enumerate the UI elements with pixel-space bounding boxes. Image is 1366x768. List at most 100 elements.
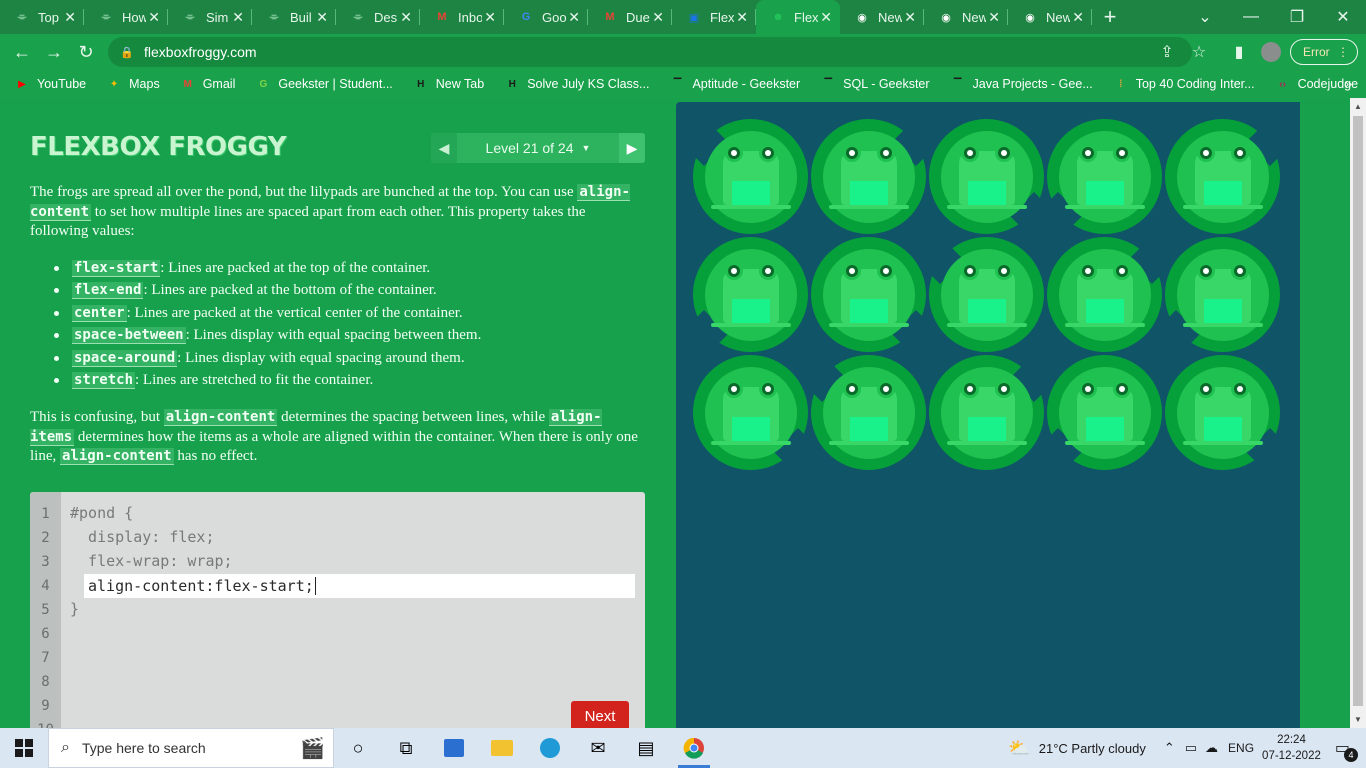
lilypad bbox=[1047, 235, 1177, 352]
task-view-icon[interactable]: ⧉ bbox=[382, 728, 430, 768]
file-explorer-icon[interactable] bbox=[478, 728, 526, 768]
share-icon[interactable]: ⇪ bbox=[1156, 34, 1178, 70]
scroll-down-icon[interactable]: ▼ bbox=[1350, 715, 1366, 724]
weather-icon[interactable]: ⛅ bbox=[1008, 738, 1030, 759]
frog-belly bbox=[1085, 180, 1124, 205]
scroll-up-icon[interactable]: ▲ bbox=[1350, 102, 1366, 111]
frog-pupil bbox=[1236, 267, 1243, 274]
browser-tab[interactable]: ⌯ Des ✕ bbox=[336, 0, 420, 34]
bookmark-item[interactable]: ▔ SQL - Geekster bbox=[820, 76, 929, 92]
page-scrollbar[interactable]: ▲ ▼ bbox=[1350, 98, 1366, 728]
tray-chevron-icon[interactable]: ⌃ bbox=[1164, 740, 1175, 756]
browser-tab[interactable]: ⌯ Buil ✕ bbox=[252, 0, 336, 34]
browser-tab[interactable]: G Goo ✕ bbox=[504, 0, 588, 34]
tab-close-icon[interactable]: ✕ bbox=[316, 9, 328, 26]
chrome-icon[interactable] bbox=[670, 728, 718, 768]
tab-close-icon[interactable]: ✕ bbox=[484, 9, 496, 26]
bookmark-item[interactable]: G Geekster | Student... bbox=[255, 76, 392, 92]
bookmark-item[interactable]: M Gmail bbox=[180, 76, 236, 92]
wifi-icon[interactable]: ☁ bbox=[1205, 740, 1218, 756]
frog-belly bbox=[849, 180, 888, 205]
bookmark-item[interactable]: H New Tab bbox=[413, 76, 484, 92]
code-term: space-between bbox=[72, 327, 186, 345]
geekster-icon: ▔ bbox=[953, 78, 962, 90]
tab-close-icon[interactable]: ✕ bbox=[904, 9, 916, 26]
bookmark-item[interactable]: ▔ Aptitude - Geekster bbox=[669, 76, 801, 92]
forward-icon[interactable]: → bbox=[38, 36, 70, 68]
next-level-icon[interactable]: ▶ bbox=[619, 133, 645, 163]
code-line: flex-wrap: wrap; bbox=[70, 552, 233, 570]
side-panel-icon[interactable]: ▮ bbox=[1228, 34, 1250, 70]
browser-tab[interactable]: ⌯ Sim ✕ bbox=[168, 0, 252, 34]
new-tab-button[interactable]: + bbox=[1092, 0, 1128, 34]
frog-belly bbox=[967, 298, 1006, 323]
minimize-button[interactable]: — bbox=[1228, 0, 1274, 34]
tab-close-icon[interactable]: ✕ bbox=[652, 9, 664, 26]
error-button[interactable]: Error ⋮ bbox=[1290, 39, 1358, 65]
notification-icon[interactable]: ▭ 4 bbox=[1335, 738, 1358, 762]
level-selector[interactable]: Level 21 of 24 ▼ bbox=[457, 133, 619, 163]
tab-search-chevron-icon[interactable]: ⌄ bbox=[1182, 0, 1228, 34]
tab-close-icon[interactable]: ✕ bbox=[232, 9, 244, 26]
browser-tab[interactable]: M Inbo ✕ bbox=[420, 0, 504, 34]
profile-avatar[interactable] bbox=[1260, 34, 1282, 70]
frog-eye bbox=[758, 261, 777, 280]
browser-tab[interactable]: ◉ New ✕ bbox=[840, 0, 924, 34]
restore-button[interactable]: ❐ bbox=[1274, 0, 1320, 34]
network-app-icon[interactable]: ▤ bbox=[622, 728, 670, 768]
bookmark-label: Aptitude - Geekster bbox=[692, 77, 801, 91]
edge-icon[interactable] bbox=[526, 728, 574, 768]
next-button[interactable]: Next bbox=[571, 701, 629, 728]
browser-tab[interactable]: ☻ Flex ✕ bbox=[756, 0, 840, 34]
browser-tab[interactable]: ⌯ Top ✕ bbox=[0, 0, 84, 34]
cortana-icon[interactable]: ○ bbox=[334, 728, 382, 768]
tab-close-icon[interactable]: ✕ bbox=[1072, 9, 1084, 26]
tab-close-icon[interactable]: ✕ bbox=[148, 9, 160, 26]
windows-start-icon[interactable] bbox=[0, 728, 48, 768]
clock[interactable]: 22:24 07-12-2022 bbox=[1262, 732, 1321, 764]
weather-text[interactable]: 21°C Partly cloudy bbox=[1039, 741, 1146, 756]
lilypad bbox=[929, 119, 1059, 241]
note-paragraph: This is confusing, but align-content det… bbox=[30, 408, 640, 467]
tab-close-icon[interactable]: ✕ bbox=[64, 9, 76, 26]
browser-tab[interactable]: ▣ Flex ✕ bbox=[672, 0, 756, 34]
close-window-button[interactable]: ✕ bbox=[1320, 0, 1366, 34]
bookmark-item[interactable]: ▔ Java Projects - Gee... bbox=[950, 76, 1093, 92]
frog-feet bbox=[1064, 440, 1145, 445]
language-indicator[interactable]: ENG bbox=[1228, 741, 1254, 755]
url-bar[interactable]: 🔒 flexboxfroggy.com bbox=[108, 37, 1192, 67]
browser-tab[interactable]: ⌯ How ✕ bbox=[84, 0, 168, 34]
previous-level-icon[interactable]: ◀ bbox=[431, 133, 457, 163]
tab-close-icon[interactable]: ✕ bbox=[568, 9, 580, 26]
back-icon[interactable]: ← bbox=[6, 36, 38, 68]
reload-icon[interactable]: ↻ bbox=[70, 36, 102, 68]
scroll-thumb[interactable] bbox=[1353, 116, 1363, 706]
frog-icon: ☻ bbox=[772, 11, 784, 23]
more-bookmarks-icon[interactable]: » bbox=[1345, 76, 1352, 91]
taskbar-search[interactable]: ⌕ Type here to search 🎬 bbox=[48, 728, 334, 768]
browser-tab[interactable]: ◉ New ✕ bbox=[924, 0, 1008, 34]
bookmark-star-icon[interactable]: ☆ bbox=[1188, 34, 1210, 70]
bookmark-item[interactable]: ✦ Maps bbox=[106, 76, 160, 92]
notification-count: 4 bbox=[1344, 748, 1358, 762]
mail-icon[interactable]: ✉ bbox=[574, 728, 622, 768]
bookmark-item[interactable]: ▶ YouTube bbox=[14, 76, 86, 92]
tab-close-icon[interactable]: ✕ bbox=[400, 9, 412, 26]
tab-close-icon[interactable]: ✕ bbox=[988, 9, 1000, 26]
browser-tab[interactable]: ◉ New ✕ bbox=[1008, 0, 1092, 34]
frog-pupil bbox=[1000, 267, 1007, 274]
battery-icon[interactable]: ▭ bbox=[1185, 740, 1197, 756]
store-icon[interactable] bbox=[430, 728, 478, 768]
value-description: : Lines display with equal spacing aroun… bbox=[177, 349, 465, 366]
browser-tab[interactable]: M Due ✕ bbox=[588, 0, 672, 34]
line-number: 3 bbox=[41, 554, 50, 570]
geekster-icon: ▔ bbox=[673, 78, 682, 90]
tab-close-icon[interactable]: ✕ bbox=[820, 9, 832, 26]
css-input[interactable]: align-content:flex-start; bbox=[84, 574, 635, 598]
bookmark-item[interactable]: ⁞ Top 40 Coding Inter... bbox=[1113, 76, 1255, 92]
frog-pupil bbox=[966, 385, 973, 392]
tab-close-icon[interactable]: ✕ bbox=[736, 9, 748, 26]
frog bbox=[1176, 366, 1269, 459]
bookmark-item[interactable]: H Solve July KS Class... bbox=[504, 76, 650, 92]
frog-eye bbox=[1112, 143, 1131, 162]
